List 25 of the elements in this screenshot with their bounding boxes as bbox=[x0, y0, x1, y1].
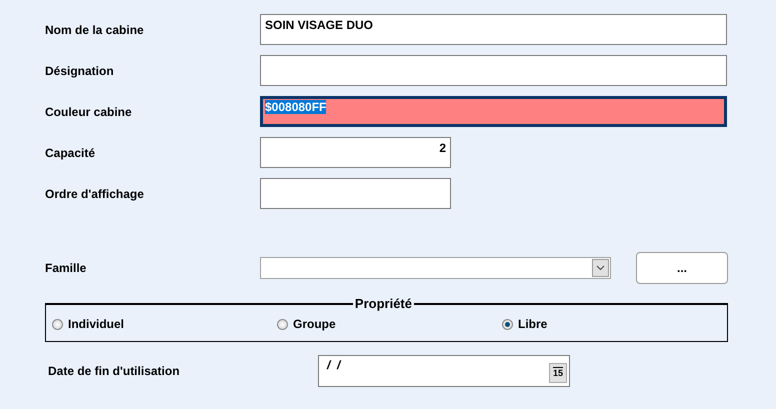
input-field[interactable]: SOIN VISAGE DUO bbox=[260, 14, 727, 45]
field-label: Famille bbox=[45, 261, 88, 275]
input-field[interactable] bbox=[260, 178, 451, 209]
radio-button[interactable] bbox=[52, 318, 63, 330]
field-label: Ordre d'affichage bbox=[45, 186, 145, 200]
field-label: Date de fin d'utilisation bbox=[48, 364, 181, 378]
field-label: Couleur cabine bbox=[45, 104, 133, 118]
radio-label: Individuel bbox=[68, 317, 124, 331]
group-title: Propriété bbox=[354, 296, 413, 311]
browse-button[interactable]: ... bbox=[636, 252, 728, 284]
field-label: Désignation bbox=[45, 64, 115, 78]
chevron-down-icon bbox=[596, 265, 605, 271]
field-label: Nom de la cabine bbox=[45, 22, 145, 36]
date-field[interactable]: / / 15 bbox=[318, 355, 570, 387]
dropdown-field[interactable] bbox=[260, 257, 611, 279]
color-field[interactable]: $008080FF bbox=[260, 96, 727, 127]
dropdown-button[interactable] bbox=[592, 259, 609, 277]
input-field[interactable]: 2 bbox=[260, 137, 451, 168]
field-label: Capacité bbox=[45, 146, 96, 160]
radio-label: Groupe bbox=[293, 317, 336, 331]
radio-button[interactable] bbox=[502, 318, 513, 330]
radio-button[interactable] bbox=[277, 318, 288, 330]
calendar-button[interactable]: 15 bbox=[549, 363, 567, 383]
input-field[interactable] bbox=[260, 55, 727, 86]
radio-label: Libre bbox=[518, 317, 548, 331]
